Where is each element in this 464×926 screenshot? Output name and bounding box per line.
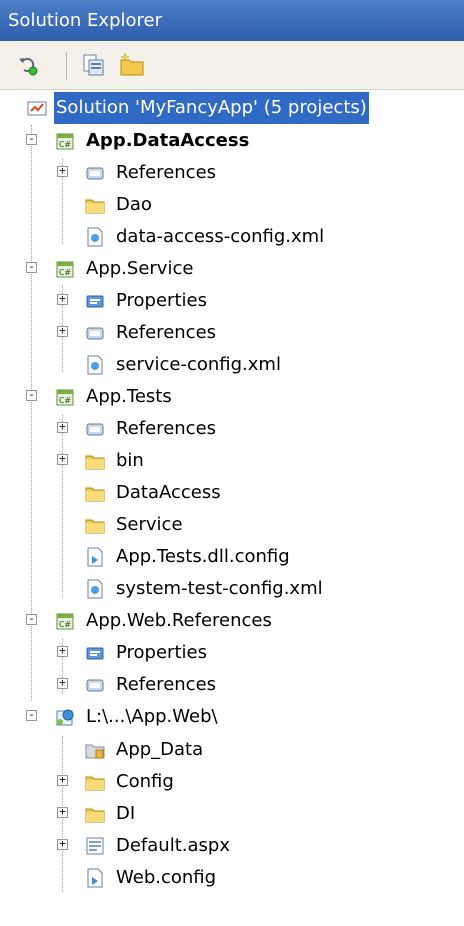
- item-label[interactable]: Properties: [114, 637, 209, 669]
- tree-item-folder[interactable]: + Config: [0, 766, 464, 798]
- project-label[interactable]: App.DataAccess: [84, 125, 251, 157]
- csharp-project-icon: [54, 386, 76, 408]
- tree-item-solution[interactable]: Solution 'MyFancyApp' (5 projects): [0, 92, 464, 124]
- tree-item-folder[interactable]: + bin: [0, 445, 464, 477]
- toolbar-separator: [66, 52, 67, 80]
- item-label[interactable]: Dao: [114, 189, 154, 221]
- tree-item-file[interactable]: service-config.xml: [0, 349, 464, 381]
- config-file-icon: [84, 546, 106, 568]
- xml-file-icon: [84, 226, 106, 248]
- item-label[interactable]: data-access-config.xml: [114, 221, 326, 253]
- tree-item-references[interactable]: + References: [0, 669, 464, 701]
- folder-icon: [84, 482, 106, 504]
- item-label[interactable]: Web.config: [114, 862, 218, 894]
- tree-item-project-dataaccess[interactable]: - App.DataAccess: [0, 125, 464, 157]
- item-label[interactable]: References: [114, 157, 218, 189]
- item-label[interactable]: References: [114, 669, 218, 701]
- collapse-toggle[interactable]: -: [26, 709, 37, 721]
- project-label[interactable]: L:\...\App.Web\: [84, 701, 220, 733]
- tree-item-folder[interactable]: + DI: [0, 798, 464, 830]
- item-label[interactable]: system-test-config.xml: [114, 573, 325, 605]
- tree-item-folder[interactable]: Service: [0, 509, 464, 541]
- csharp-project-icon: [54, 258, 76, 280]
- aspx-file-icon: [84, 835, 106, 857]
- folder-icon: [84, 194, 106, 216]
- item-label[interactable]: References: [114, 317, 218, 349]
- references-icon: [84, 322, 106, 344]
- solution-label[interactable]: Solution 'MyFancyApp' (5 projects): [54, 92, 369, 124]
- csharp-project-icon: [54, 610, 76, 632]
- expand-toggle[interactable]: +: [57, 774, 68, 786]
- expand-toggle[interactable]: +: [57, 838, 68, 850]
- folder-icon: [84, 514, 106, 536]
- references-icon: [84, 162, 106, 184]
- tree-item-references[interactable]: + References: [0, 157, 464, 189]
- toolbar: [0, 41, 464, 90]
- references-icon: [84, 418, 106, 440]
- item-label[interactable]: Default.aspx: [114, 830, 232, 862]
- tree-item-project-tests[interactable]: - App.Tests: [0, 381, 464, 413]
- project-label[interactable]: App.Tests: [84, 381, 174, 413]
- window-title: Solution Explorer: [0, 0, 464, 41]
- solution-tree: Solution 'MyFancyApp' (5 projects) - App…: [0, 91, 464, 926]
- xml-file-icon: [84, 354, 106, 376]
- item-label[interactable]: DI: [114, 798, 137, 830]
- tree-item-file[interactable]: data-access-config.xml: [0, 221, 464, 253]
- expand-toggle[interactable]: +: [57, 325, 68, 337]
- refresh-icon[interactable]: [14, 51, 42, 79]
- expand-toggle[interactable]: +: [57, 421, 68, 433]
- expand-toggle[interactable]: +: [57, 677, 68, 689]
- tree-item-folder[interactable]: Dao: [0, 189, 464, 221]
- tree-item-folder[interactable]: DataAccess: [0, 477, 464, 509]
- collapse-toggle[interactable]: -: [26, 613, 37, 625]
- item-label[interactable]: Config: [114, 766, 176, 798]
- collapse-toggle[interactable]: -: [26, 389, 37, 401]
- website-icon: [54, 706, 76, 728]
- item-label[interactable]: service-config.xml: [114, 349, 283, 381]
- item-label[interactable]: References: [114, 413, 218, 445]
- item-label[interactable]: App_Data: [114, 734, 205, 766]
- config-file-icon: [84, 867, 106, 889]
- tree-item-file[interactable]: Web.config: [0, 862, 464, 894]
- tree-item-website[interactable]: - L:\...\App.Web\: [0, 701, 464, 733]
- tree-item-file[interactable]: + Default.aspx: [0, 830, 464, 862]
- expand-toggle[interactable]: +: [57, 165, 68, 177]
- folder-icon: [84, 450, 106, 472]
- new-folder-icon[interactable]: [118, 51, 146, 79]
- tree-item-properties[interactable]: + Properties: [0, 637, 464, 669]
- item-label[interactable]: Properties: [114, 285, 209, 317]
- expand-toggle[interactable]: +: [57, 453, 68, 465]
- project-label[interactable]: App.Service: [84, 253, 195, 285]
- tree-item-file[interactable]: system-test-config.xml: [0, 573, 464, 605]
- solution-icon: [26, 97, 48, 119]
- collapse-toggle[interactable]: -: [26, 133, 37, 145]
- folder-icon: [84, 771, 106, 793]
- tree-item-file[interactable]: App.Tests.dll.config: [0, 541, 464, 573]
- tree-item-references[interactable]: + References: [0, 413, 464, 445]
- tree-item-references[interactable]: + References: [0, 317, 464, 349]
- project-label[interactable]: App.Web.References: [84, 605, 274, 637]
- folder-icon: [84, 803, 106, 825]
- csharp-project-icon: [54, 130, 76, 152]
- collapse-toggle[interactable]: -: [26, 261, 37, 273]
- tree-item-properties[interactable]: + Properties: [0, 285, 464, 317]
- item-label[interactable]: Service: [114, 509, 185, 541]
- properties-icon: [84, 290, 106, 312]
- item-label[interactable]: DataAccess: [114, 477, 223, 509]
- expand-toggle[interactable]: +: [57, 806, 68, 818]
- item-label[interactable]: App.Tests.dll.config: [114, 541, 292, 573]
- xml-file-icon: [84, 578, 106, 600]
- expand-toggle[interactable]: +: [57, 293, 68, 305]
- app-data-folder-icon: [84, 739, 106, 761]
- show-all-files-icon[interactable]: [80, 51, 108, 79]
- tree-item-project-service[interactable]: - App.Service: [0, 253, 464, 285]
- expand-toggle[interactable]: +: [57, 645, 68, 657]
- tree-item-project-web-references[interactable]: - App.Web.References: [0, 605, 464, 637]
- properties-icon: [84, 642, 106, 664]
- tree-item-folder[interactable]: App_Data: [0, 734, 464, 766]
- item-label[interactable]: bin: [114, 445, 146, 477]
- references-icon: [84, 674, 106, 696]
